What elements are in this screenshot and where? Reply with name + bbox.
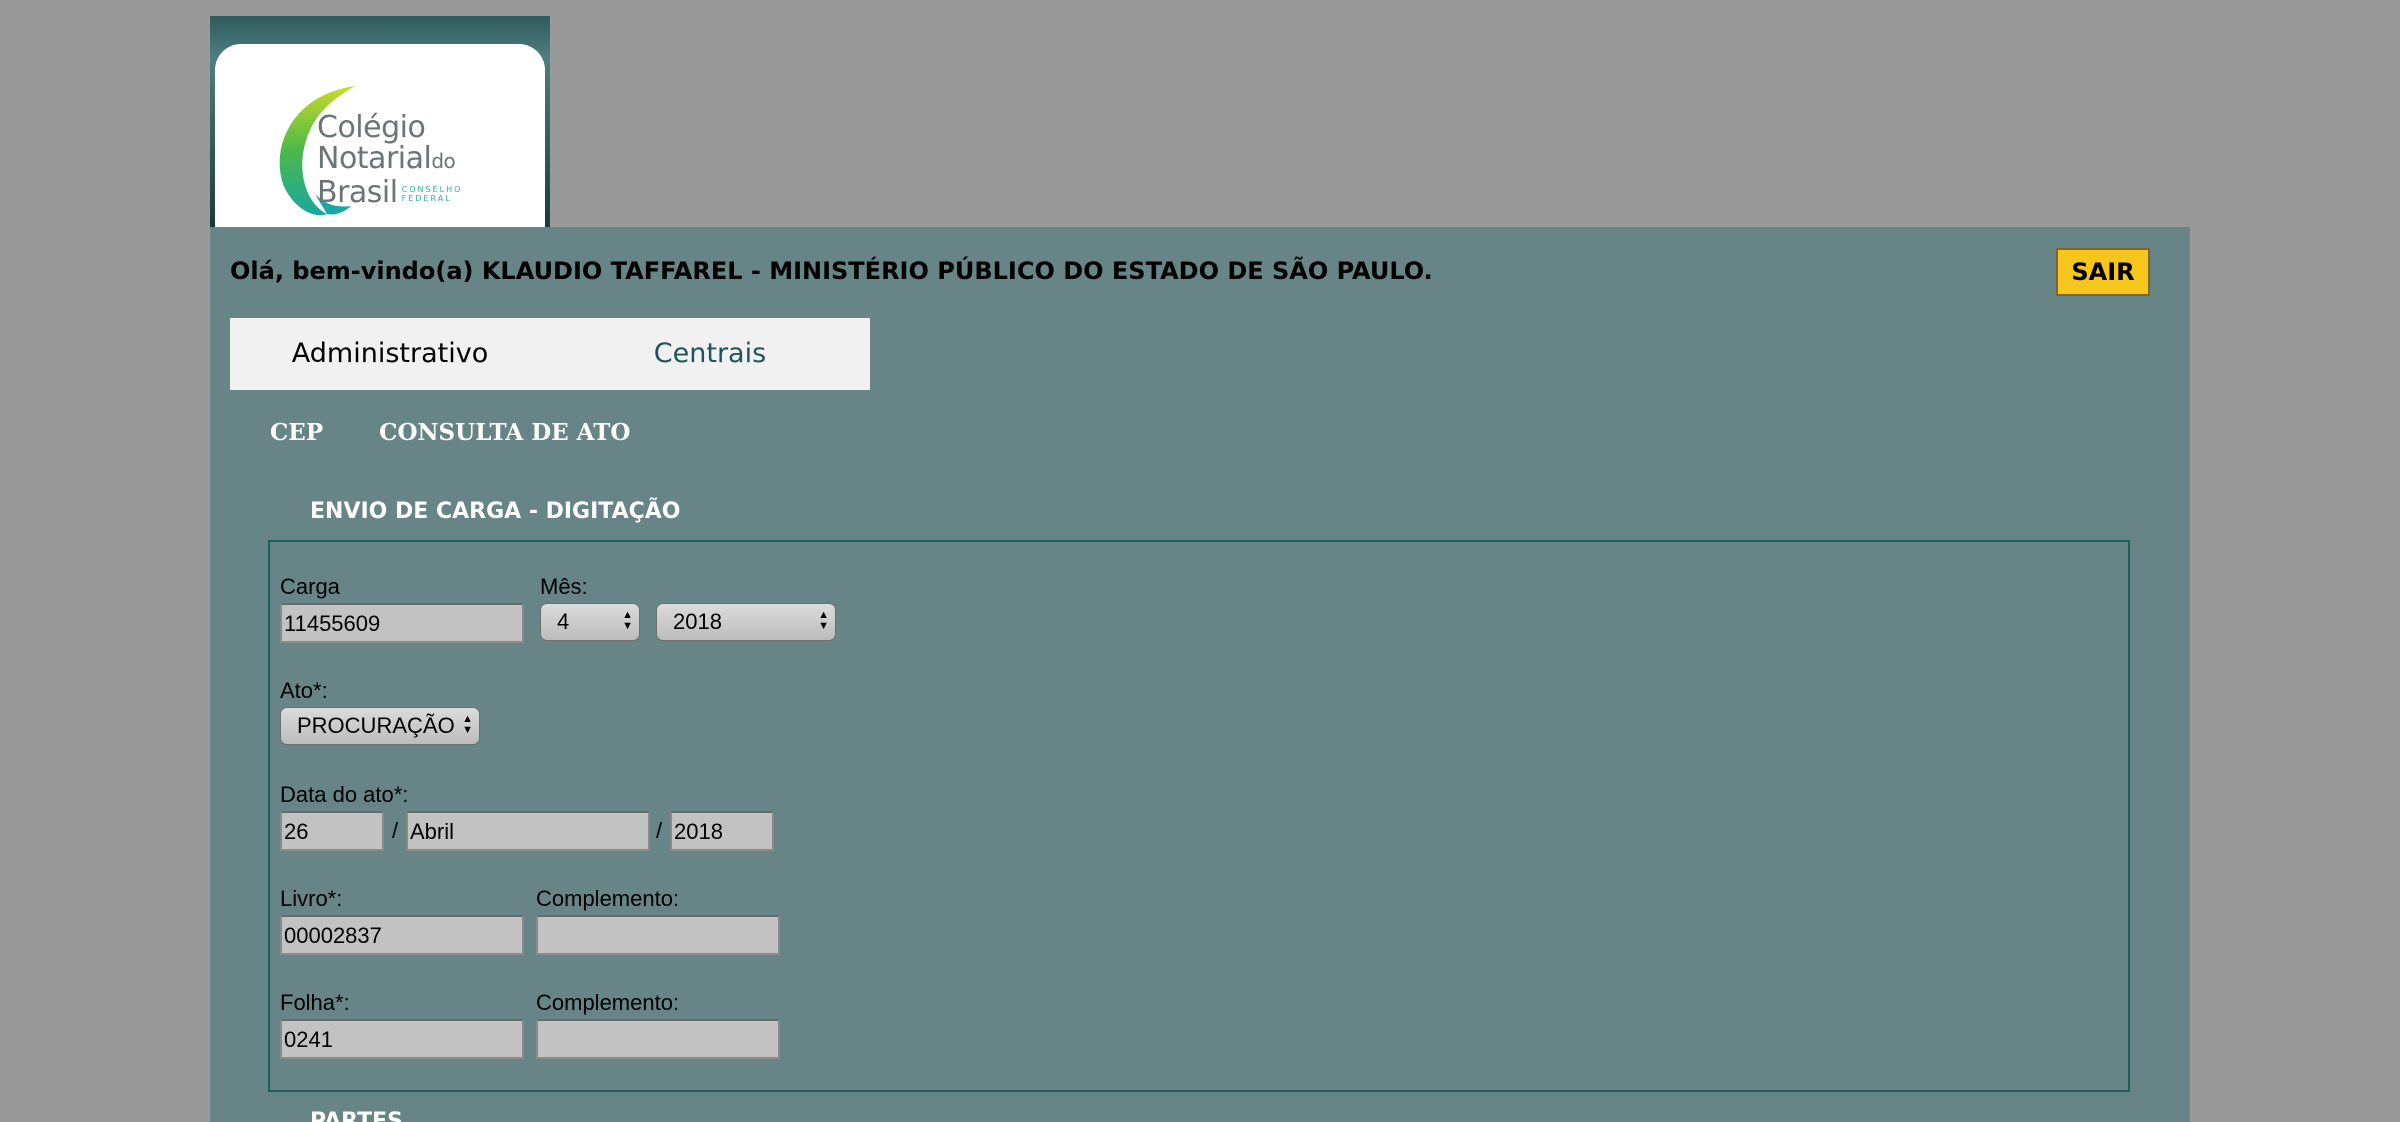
ato-select[interactable]: PROCURAÇÃO ▲ ▼	[280, 707, 480, 745]
section-title-partes: PARTES	[310, 1109, 403, 1122]
livro-input[interactable]: 00002837	[280, 915, 524, 955]
data-ato-day-input[interactable]: 26	[280, 811, 384, 851]
envio-carga-fieldset: Carga 11455609 Mês: 4 ▲ ▼ 2018 ▲ ▼ Ato*: P…	[268, 540, 2130, 1092]
menu-item-centrais[interactable]: Centrais	[550, 318, 870, 390]
mes-month-select[interactable]: 4 ▲ ▼	[540, 603, 640, 641]
carga-label: Carga	[280, 574, 340, 599]
main-panel: Olá, bem-vindo(a) KLAUDIO TAFFAREL - MIN…	[210, 227, 2190, 1122]
logo: Colégio Notarialdo Brasil CONSELHO FEDERAL	[210, 16, 550, 227]
livro-label: Livro*:	[280, 886, 343, 911]
mes-year-select[interactable]: 2018 ▲ ▼	[656, 603, 836, 641]
livro-complemento-label: Complemento:	[536, 886, 680, 911]
submenu: CEP CONSULTA DE ATO	[270, 419, 678, 446]
logo-card: Colégio Notarialdo Brasil CONSELHO FEDERAL	[215, 44, 545, 227]
menu-item-administrativo[interactable]: Administrativo	[230, 318, 550, 390]
logo-tag1: CONSELHO	[401, 184, 463, 194]
folha-label: Folha*:	[280, 990, 350, 1015]
livro-complemento-input[interactable]	[536, 915, 780, 955]
logo-do: do	[431, 149, 456, 173]
mes-month-value: 4	[557, 609, 570, 634]
folha-input[interactable]: 0241	[280, 1019, 524, 1059]
mes-label: Mês:	[540, 574, 588, 599]
main-menu: Administrativo Centrais	[230, 318, 870, 390]
submenu-item-cep[interactable]: CEP	[270, 419, 323, 446]
logo-tag2: FEDERAL	[401, 193, 452, 203]
logo-text: Colégio Notarialdo Brasil CONSELHO FEDERAL	[317, 112, 462, 208]
date-separator: /	[656, 818, 663, 843]
mes-year-value: 2018	[673, 609, 722, 634]
logo-tagline: CONSELHO FEDERAL	[402, 185, 463, 203]
date-separator: /	[392, 818, 399, 843]
data-ato-label: Data do ato*:	[280, 782, 409, 807]
ato-label: Ato*:	[280, 678, 328, 703]
logout-button[interactable]: SAIR	[2056, 248, 2150, 296]
folha-complemento-input[interactable]	[536, 1019, 780, 1059]
submenu-item-consulta-de-ato[interactable]: CONSULTA DE ATO	[379, 419, 630, 446]
page: Colégio Notarialdo Brasil CONSELHO FEDERAL…	[0, 0, 2400, 1122]
ato-value: PROCURAÇÃO	[297, 713, 455, 738]
welcome-message: Olá, bem-vindo(a) KLAUDIO TAFFAREL - MIN…	[230, 257, 1433, 285]
data-ato-year-input[interactable]: 2018	[670, 811, 774, 851]
section-title-envio: ENVIO DE CARGA - DIGITAÇÃO	[310, 499, 681, 524]
logo-line3: Brasil	[317, 175, 398, 210]
select-arrows-icon: ▲ ▼	[622, 609, 633, 632]
folha-complemento-label: Complemento:	[536, 990, 680, 1015]
logo-line1: Colégio	[317, 110, 426, 145]
select-arrows-icon: ▲ ▼	[818, 609, 829, 632]
carga-input[interactable]: 11455609	[280, 603, 524, 643]
select-arrows-icon: ▲ ▼	[462, 713, 473, 736]
data-ato-month-input[interactable]: Abril	[406, 811, 650, 851]
logo-line2: Notarial	[317, 141, 432, 176]
